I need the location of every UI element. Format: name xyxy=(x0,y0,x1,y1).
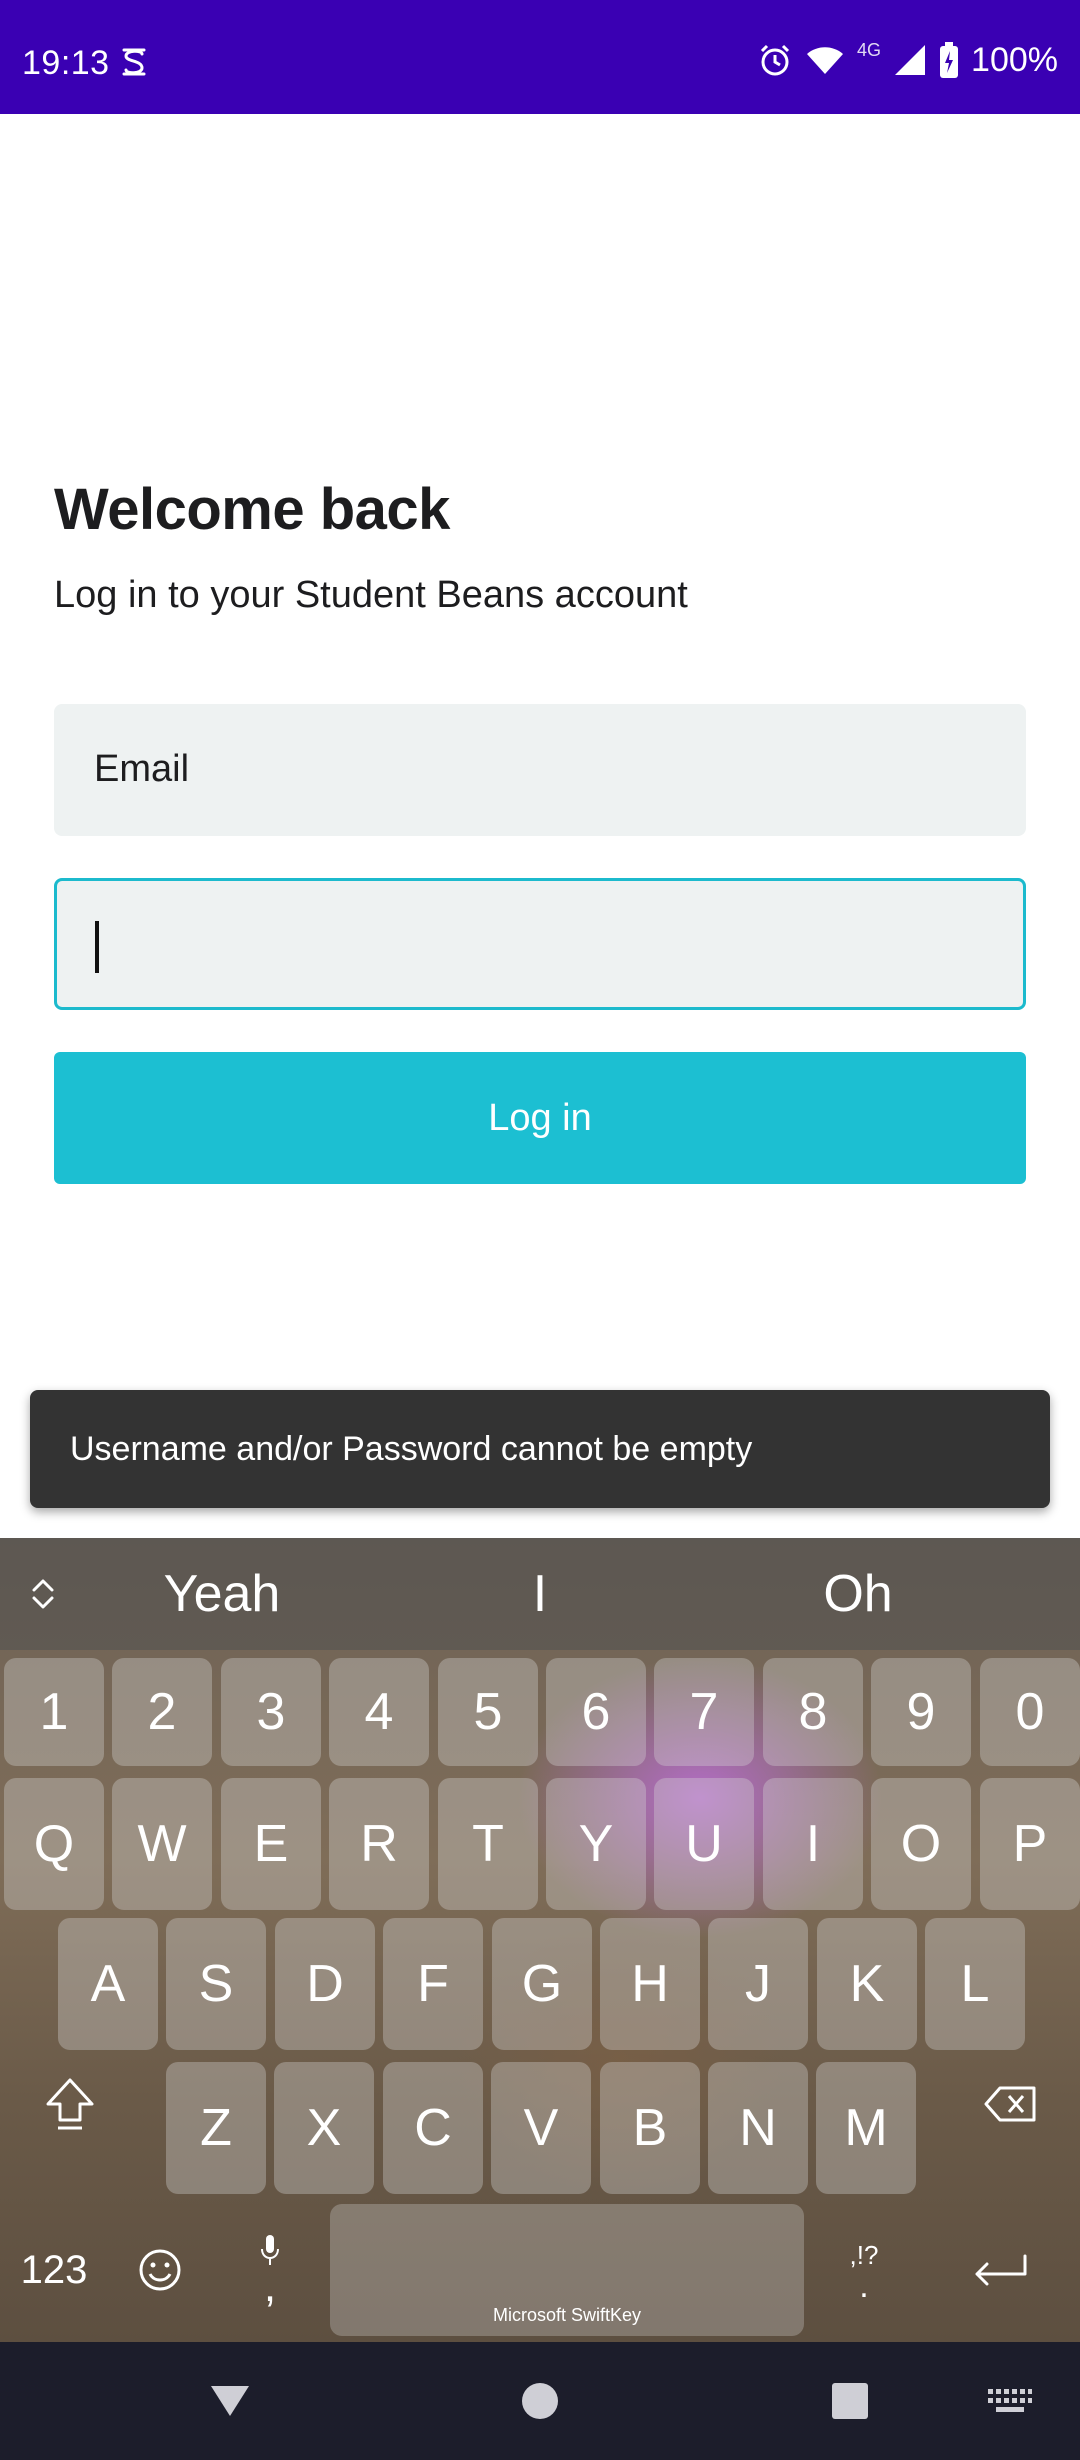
key-r[interactable]: R xyxy=(329,1778,429,1910)
keyboard-switch-icon xyxy=(988,2389,1032,2412)
comma-label: , xyxy=(263,2262,277,2311)
key-8[interactable]: 8 xyxy=(763,1658,863,1766)
back-icon xyxy=(211,2386,249,2416)
back-button[interactable] xyxy=(180,2342,280,2460)
page-subtitle: Log in to your Student Beans account xyxy=(54,574,688,616)
key-k[interactable]: K xyxy=(817,1918,917,2050)
key-e[interactable]: E xyxy=(221,1778,321,1910)
status-time: 19:13 xyxy=(22,44,110,82)
key-i[interactable]: I xyxy=(763,1778,863,1910)
key-3[interactable]: 3 xyxy=(221,1658,321,1766)
key-h[interactable]: H xyxy=(600,1918,700,2050)
keyboard-switch-button[interactable] xyxy=(960,2342,1060,2460)
enter-key[interactable] xyxy=(950,2204,1050,2336)
key-q[interactable]: Q xyxy=(4,1778,104,1910)
key-v[interactable]: V xyxy=(491,2062,591,2194)
key-n[interactable]: N xyxy=(708,2062,808,2194)
key-0[interactable]: 0 xyxy=(980,1658,1080,1766)
backspace-icon xyxy=(984,2086,1036,2122)
key-7[interactable]: 7 xyxy=(654,1658,754,1766)
key-6[interactable]: 6 xyxy=(546,1658,646,1766)
key-s[interactable]: S xyxy=(166,1918,266,2050)
suggestion-1[interactable]: Yeah xyxy=(72,1564,372,1624)
battery-icon xyxy=(939,42,959,78)
shift-icon xyxy=(46,2078,94,2130)
email-placeholder: Email xyxy=(94,748,190,790)
suggestion-3[interactable]: Oh xyxy=(708,1564,1008,1624)
key-j[interactable]: J xyxy=(708,1918,808,2050)
recents-button[interactable] xyxy=(800,2342,900,2460)
suggestion-bar: Yeah I Oh xyxy=(0,1538,1080,1650)
key-m[interactable]: M xyxy=(816,2062,916,2194)
page-title: Welcome back xyxy=(54,477,450,542)
key-y[interactable]: Y xyxy=(546,1778,646,1910)
email-field[interactable]: Email xyxy=(54,704,1026,836)
period-label: . xyxy=(859,2266,869,2305)
keyboard: Yeah I Oh 1234567890QWERTYUIOPASDFGHJKLZ… xyxy=(0,1538,1080,2342)
keyboard-brand: Microsoft SwiftKey xyxy=(492,2305,642,2325)
text-cursor xyxy=(95,921,99,973)
key-c[interactable]: C xyxy=(383,2062,483,2194)
password-field[interactable] xyxy=(54,878,1026,1010)
key-9[interactable]: 9 xyxy=(871,1658,971,1766)
key-a[interactable]: A xyxy=(58,1918,158,2050)
login-button[interactable]: Log in xyxy=(54,1052,1026,1184)
key-t[interactable]: T xyxy=(438,1778,538,1910)
battery-level: 100% xyxy=(971,40,1058,79)
numbers-key[interactable]: 123 xyxy=(4,2204,104,2336)
backspace-key[interactable] xyxy=(962,2038,1058,2170)
suggestion-2[interactable]: I xyxy=(390,1564,690,1624)
emoji-icon xyxy=(139,2249,181,2291)
key-5[interactable]: 5 xyxy=(438,1658,538,1766)
key-x[interactable]: X xyxy=(274,2062,374,2194)
punctuation-top: ,!? xyxy=(849,2239,879,2270)
navigation-bar xyxy=(0,2342,1080,2460)
key-4[interactable]: 4 xyxy=(329,1658,429,1766)
shift-key[interactable] xyxy=(22,2038,118,2170)
space-bar[interactable]: Microsoft SwiftKey xyxy=(330,2204,804,2336)
key-u[interactable]: U xyxy=(654,1778,754,1910)
home-button[interactable] xyxy=(490,2342,590,2460)
snackbar-message: Username and/or Password cannot be empty xyxy=(70,1429,753,1468)
status-icons: 4G 100% xyxy=(757,40,1058,80)
alarm-icon xyxy=(757,42,793,78)
key-b[interactable]: B xyxy=(600,2062,700,2194)
wifi-icon xyxy=(805,44,845,76)
key-z[interactable]: Z xyxy=(166,2062,266,2194)
expand-toolbar-icon[interactable] xyxy=(26,1574,60,1614)
key-d[interactable]: D xyxy=(275,1918,375,2050)
status-bar: 19:13 4G 100% xyxy=(0,0,1080,114)
key-l[interactable]: L xyxy=(925,1918,1025,2050)
comma-voice-key[interactable]: , xyxy=(226,2204,314,2336)
home-icon xyxy=(522,2383,558,2419)
network-type: 4G xyxy=(857,39,882,60)
key-o[interactable]: O xyxy=(871,1778,971,1910)
enter-icon xyxy=(975,2254,1027,2286)
key-f[interactable]: F xyxy=(383,1918,483,2050)
recents-icon xyxy=(832,2383,868,2419)
key-2[interactable]: 2 xyxy=(112,1658,212,1766)
punctuation-key[interactable]: ,!? . xyxy=(822,2204,906,2336)
error-snackbar: Username and/or Password cannot be empty xyxy=(30,1390,1050,1508)
key-w[interactable]: W xyxy=(112,1778,212,1910)
key-p[interactable]: P xyxy=(980,1778,1080,1910)
key-g[interactable]: G xyxy=(492,1918,592,2050)
key-1[interactable]: 1 xyxy=(4,1658,104,1766)
emoji-key[interactable] xyxy=(118,2204,202,2336)
s-icon xyxy=(120,46,148,78)
signal-icon xyxy=(893,43,927,77)
